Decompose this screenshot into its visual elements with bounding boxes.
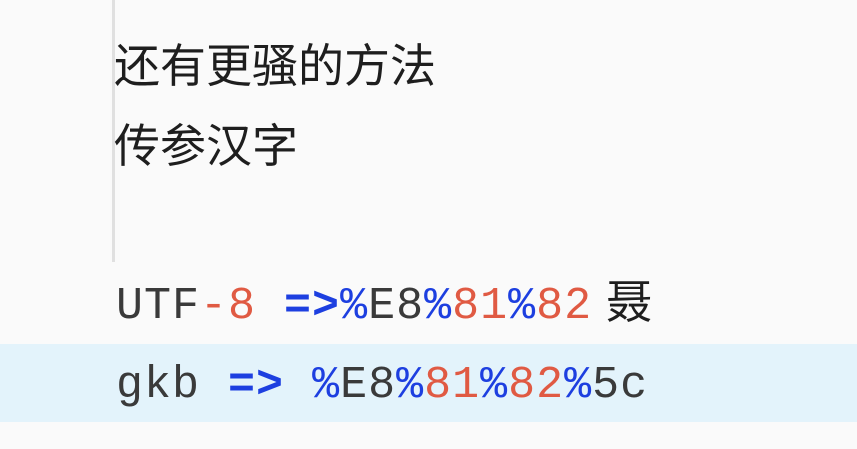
chinese-char: 聂: [606, 275, 654, 329]
code-token: 82: [508, 360, 565, 411]
arrow-token: =>: [284, 281, 341, 332]
code-token: -8: [200, 281, 257, 332]
percent-token: %: [508, 281, 537, 332]
arrow-token: =>: [228, 360, 285, 411]
code-token: 81: [452, 281, 509, 332]
heading-line-1: 还有更骚的方法: [114, 39, 436, 93]
code-line-gbk-highlighted: gkb => %E8%81%82%5c: [0, 344, 857, 422]
code-token: UTF: [116, 281, 201, 332]
code-token: 82: [536, 281, 593, 332]
code-text-utf8: UTF-8 =>%E8%81%82 聂: [116, 274, 653, 335]
code-token: E8: [340, 360, 397, 411]
code-text-gbk: gkb => %E8%81%82%5c: [116, 358, 648, 414]
code-line-utf8: UTF-8 =>%E8%81%82 聂: [0, 262, 857, 340]
code-token: 5c: [592, 360, 649, 411]
heading-line-2: 传参汉字: [114, 119, 298, 173]
percent-token: %: [396, 360, 425, 411]
code-token: 81: [424, 360, 481, 411]
percent-token: %: [340, 281, 369, 332]
percent-token: %: [564, 360, 593, 411]
percent-token: %: [312, 360, 341, 411]
code-token: E8: [368, 281, 425, 332]
percent-token: %: [480, 360, 509, 411]
code-token: gkb: [116, 360, 201, 411]
percent-token: %: [424, 281, 453, 332]
